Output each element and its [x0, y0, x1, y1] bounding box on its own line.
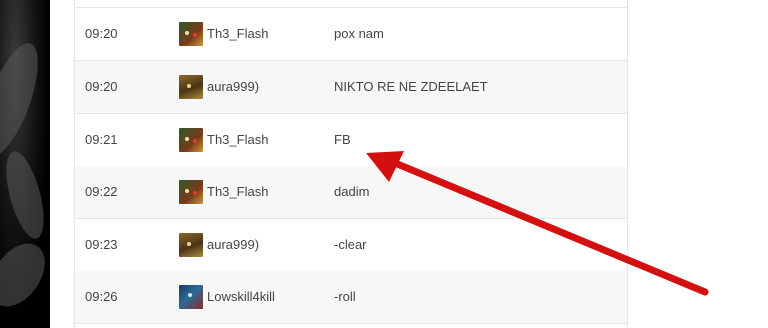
chat-message: dadim [334, 184, 370, 199]
table-row: 09:22 Th3_Flash dadim [75, 166, 627, 219]
timestamp: 09:26 [85, 289, 118, 304]
player-name[interactable]: aura999) [207, 61, 259, 113]
player-name[interactable]: aura999) [207, 219, 259, 271]
table-row: 09:26 Lowskill4kill -roll [75, 271, 627, 324]
chat-message: FB [334, 132, 351, 147]
chat-message: pox nam [334, 26, 384, 41]
hero-flash-icon [179, 180, 203, 204]
player[interactable]: Th3_Flash [179, 8, 268, 60]
timestamp: 09:23 [85, 237, 118, 252]
chat-log-table: 09:20 Th3_Flash pox nam 09:20 aura999) N… [74, 0, 628, 328]
timestamp: 09:22 [85, 184, 118, 199]
chat-message: NIKTO RE NE ZDEELAET [334, 79, 488, 94]
table-row: 09:23 aura999) -clear [75, 219, 627, 272]
player[interactable]: aura999) [179, 61, 259, 113]
player-name[interactable]: Th3_Flash [207, 8, 268, 60]
timestamp: 09:20 [85, 79, 118, 94]
hero-flash-icon [179, 128, 203, 152]
table-row: 09:20 Th3_Flash pox nam [75, 8, 627, 61]
chat-message: -roll [334, 289, 356, 304]
player[interactable]: Th3_Flash [179, 166, 268, 218]
table-row: 09:20 aura999) NIKTO RE NE ZDEELAET [75, 61, 627, 114]
player[interactable]: Th3_Flash [179, 114, 268, 166]
hero-aura-icon [179, 233, 203, 257]
player-name[interactable]: Th3_Flash [207, 166, 268, 218]
table-row: 09:21 Th3_Flash FB [75, 114, 627, 167]
player[interactable]: aura999) [179, 219, 259, 271]
hero-aura-icon [179, 75, 203, 99]
timestamp: 09:20 [85, 26, 118, 41]
timestamp: 09:21 [85, 132, 118, 147]
player-name[interactable]: Th3_Flash [207, 114, 268, 166]
chat-message: -clear [334, 237, 367, 252]
player-name[interactable]: Lowskill4kill [207, 271, 275, 323]
hero-flash-icon [179, 22, 203, 46]
background-artwork [0, 0, 50, 328]
hero-lowskill-icon [179, 285, 203, 309]
player[interactable]: Lowskill4kill [179, 271, 275, 323]
